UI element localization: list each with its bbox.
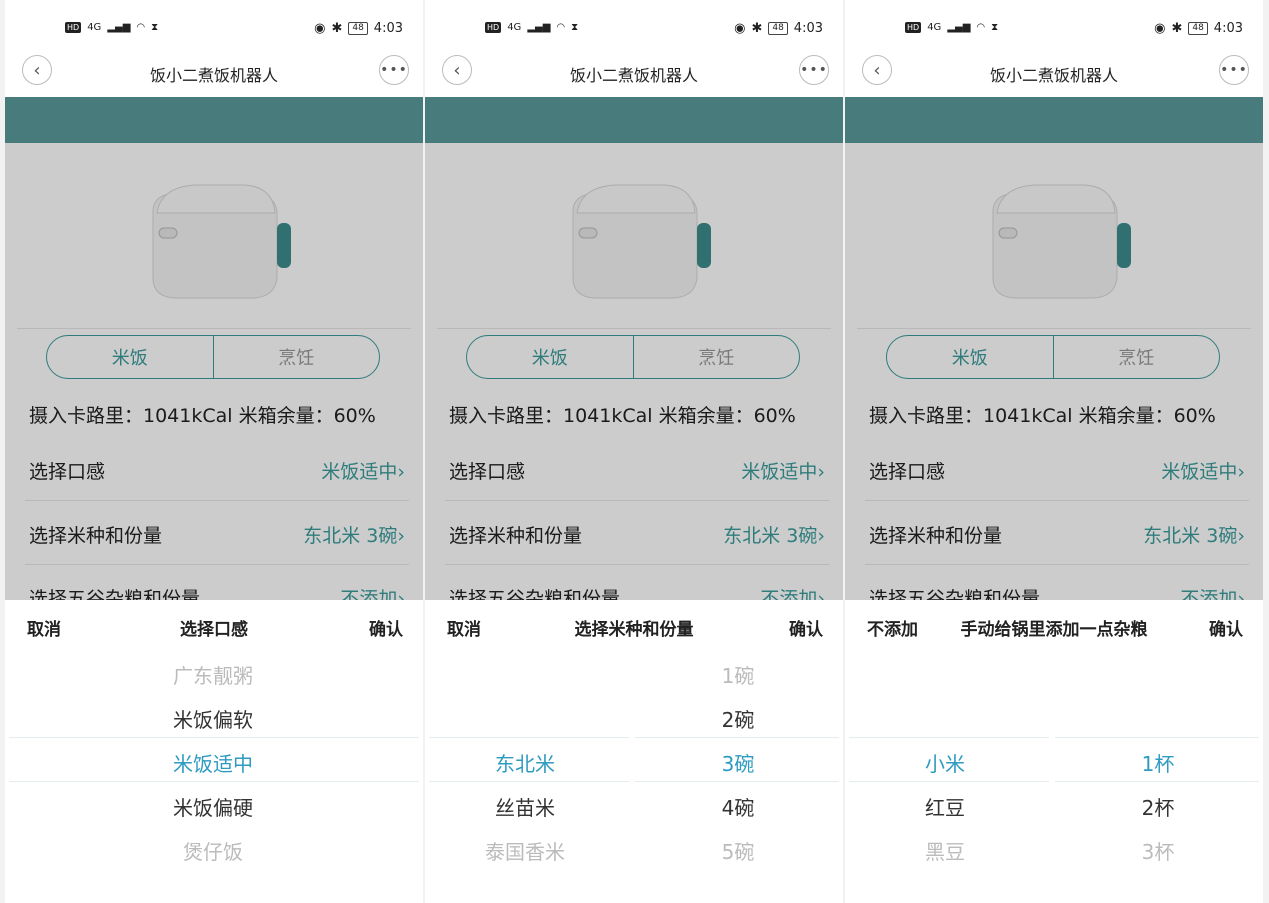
portion-option[interactable]: 5碗: [665, 836, 811, 865]
signal-icon: ▂▄▆: [107, 22, 131, 33]
dim-overlay[interactable]: [425, 97, 843, 600]
dim-overlay[interactable]: [845, 97, 1263, 600]
status-bar: HD 4G ▂▄▆ ◠ ⧗ ◉ ✱ 48 4:03: [845, 18, 1263, 44]
hourglass-icon: ⧗: [151, 22, 159, 33]
picker-option-selected[interactable]: 米饭适中: [115, 748, 311, 777]
page-title: 饭小二煮饭机器人: [989, 66, 1118, 85]
picker-sheet: 不添加 手动给锅里添加一点杂粮 确认 小米 红豆 黑豆 1杯 2杯 3杯: [845, 600, 1263, 903]
cup-option[interactable]: 2杯: [1085, 792, 1231, 821]
picker-header: 取消 选择米种和份量 确认: [425, 615, 843, 640]
grain-option[interactable]: 黑豆: [845, 836, 1045, 865]
selection-line-bottom: [849, 781, 1049, 782]
portion-option[interactable]: 1碗: [665, 660, 811, 689]
page-title: 饭小二煮饭机器人: [149, 66, 278, 85]
selection-line-bottom: [9, 781, 419, 782]
picker-option[interactable]: 米饭偏软: [115, 704, 311, 733]
picker-option[interactable]: 广东靓粥: [115, 660, 311, 689]
status-bar: HD 4G ▂▄▆ ◠ ⧗ ◉ ✱ 48 4:03: [425, 18, 843, 44]
selection-line-top: [9, 737, 419, 738]
battery-icon: 48: [348, 22, 368, 35]
confirm-button[interactable]: 确认: [369, 615, 403, 640]
dim-overlay[interactable]: [5, 97, 423, 600]
picker-title: 选择口感: [180, 620, 248, 640]
selection-line-top: [429, 737, 629, 738]
hd-icon: HD: [65, 22, 82, 33]
cup-option[interactable]: 3杯: [1085, 836, 1231, 865]
rice-type-option[interactable]: 丝苗米: [425, 792, 625, 821]
picker-header: 取消 选择口感 确认: [5, 615, 423, 640]
clock: 4:03: [373, 21, 403, 36]
selection-line-bottom: [429, 781, 629, 782]
selection-line-top: [849, 737, 1049, 738]
hd-icon: HD: [485, 22, 502, 33]
ellipsis-icon: •••: [1220, 62, 1248, 78]
battery-icon: 48: [1188, 22, 1208, 35]
portion-option-selected[interactable]: 3碗: [665, 748, 811, 777]
rice-type-option-selected[interactable]: 东北米: [425, 748, 625, 777]
eye-icon: ◉: [314, 21, 326, 36]
picker-option[interactable]: 米饭偏硬: [115, 792, 311, 821]
app-header: ‹ 饭小二煮饭机器人 •••: [425, 52, 843, 92]
picker-title: 选择米种和份量: [574, 620, 694, 640]
picker-title: 手动给锅里添加一点杂粮: [960, 620, 1148, 640]
phone-screen-rice: HD 4G ▂▄▆ ◠ ⧗ ◉ ✱ 48 4:03 ‹ 饭小二煮饭机器人 ••• 米饭 烹饪 …: [425, 0, 843, 903]
network-label: 4G: [927, 22, 942, 33]
ellipsis-icon: •••: [800, 62, 828, 78]
hourglass-icon: ⧗: [991, 22, 999, 33]
picker-option[interactable]: 煲仔饭: [115, 836, 311, 865]
confirm-button[interactable]: 确认: [1209, 615, 1243, 640]
more-button[interactable]: •••: [1219, 55, 1249, 85]
portion-option[interactable]: 4碗: [665, 792, 811, 821]
rice-type-option[interactable]: 泰国香米: [425, 836, 625, 865]
hourglass-icon: ⧗: [571, 22, 579, 33]
selection-line-bottom: [1055, 781, 1259, 782]
ellipsis-icon: •••: [380, 62, 408, 78]
status-bar: HD 4G ▂▄▆ ◠ ⧗ ◉ ✱ 48 4:03: [5, 18, 423, 44]
network-label: 4G: [87, 22, 102, 33]
eye-icon: ◉: [734, 21, 746, 36]
grain-option-selected[interactable]: 小米: [845, 748, 1045, 777]
selection-line-top: [635, 737, 839, 738]
selection-line-bottom: [635, 781, 839, 782]
wifi-icon: ◠: [136, 22, 146, 33]
confirm-button[interactable]: 确认: [789, 615, 823, 640]
network-label: 4G: [507, 22, 522, 33]
more-button[interactable]: •••: [799, 55, 829, 85]
clock: 4:03: [793, 21, 823, 36]
app-header: ‹ 饭小二煮饭机器人 •••: [5, 52, 423, 92]
picker-sheet: 取消 选择口感 确认 广东靓粥 米饭偏软 米饭适中 米饭偏硬 煲仔饭: [5, 600, 423, 903]
more-button[interactable]: •••: [379, 55, 409, 85]
bluetooth-icon: ✱: [1171, 21, 1183, 36]
picker-sheet: 取消 选择米种和份量 确认 东北米 丝苗米 泰国香米 1碗 2碗 3碗 4碗 5…: [425, 600, 843, 903]
signal-icon: ▂▄▆: [527, 22, 551, 33]
page-title: 饭小二煮饭机器人: [569, 66, 698, 85]
phone-screen-grain: HD 4G ▂▄▆ ◠ ⧗ ◉ ✱ 48 4:03 ‹ 饭小二煮饭机器人 ••• 米饭 烹饪 …: [845, 0, 1263, 903]
phone-screen-texture: HD 4G ▂▄▆ ◠ ⧗ ◉ ✱ 48 4:03 ‹ 饭小二煮饭机器人 ••• 米饭 烹饪 …: [5, 0, 423, 903]
app-header: ‹ 饭小二煮饭机器人 •••: [845, 52, 1263, 92]
battery-icon: 48: [768, 22, 788, 35]
bluetooth-icon: ✱: [331, 21, 343, 36]
signal-icon: ▂▄▆: [947, 22, 971, 33]
cup-option-selected[interactable]: 1杯: [1085, 748, 1231, 777]
bluetooth-icon: ✱: [751, 21, 763, 36]
grain-option[interactable]: 红豆: [845, 792, 1045, 821]
wifi-icon: ◠: [556, 22, 566, 33]
selection-line-top: [1055, 737, 1259, 738]
clock: 4:03: [1213, 21, 1243, 36]
picker-header: 不添加 手动给锅里添加一点杂粮 确认: [845, 615, 1263, 640]
hd-icon: HD: [905, 22, 922, 33]
eye-icon: ◉: [1154, 21, 1166, 36]
portion-option[interactable]: 2碗: [665, 704, 811, 733]
wifi-icon: ◠: [976, 22, 986, 33]
